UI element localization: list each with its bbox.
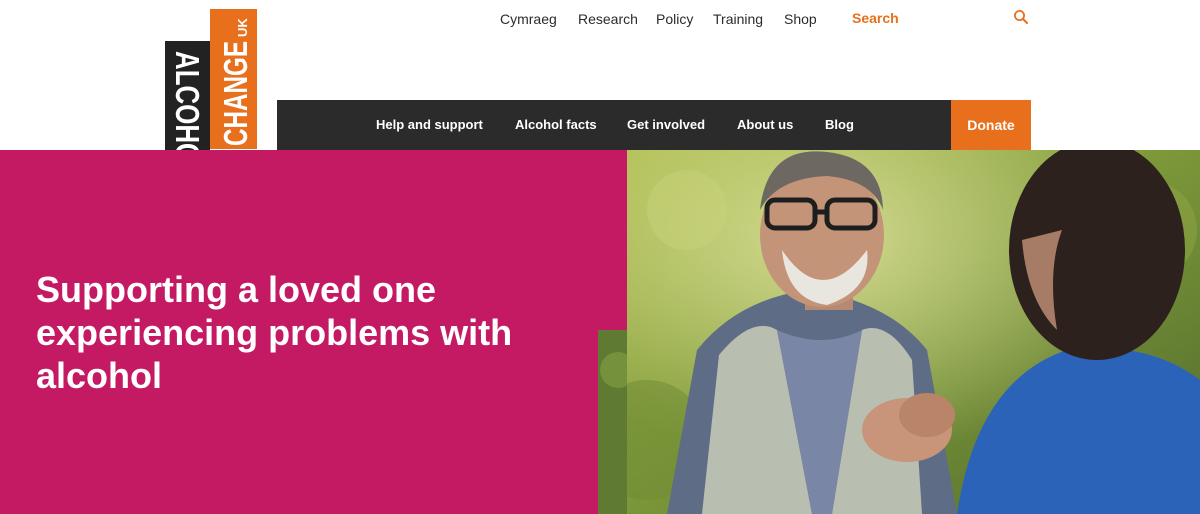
nav-alcohol-facts[interactable]: Alcohol facts [515, 117, 597, 132]
nav-get-involved[interactable]: Get involved [627, 117, 705, 132]
util-link-cymraeg[interactable]: Cymraeg [500, 11, 557, 27]
util-link-policy[interactable]: Policy [656, 11, 693, 27]
util-link-training[interactable]: Training [713, 11, 763, 27]
nav-help-and-support[interactable]: Help and support [376, 117, 483, 132]
hero-photo [627, 150, 1200, 514]
nav-about-us[interactable]: About us [737, 117, 793, 132]
search-icon[interactable] [1013, 9, 1029, 25]
page-title: Supporting a loved one experiencing prob… [36, 269, 513, 396]
logo-suffix-uk: UK [235, 18, 250, 37]
hero-photo-edge [598, 330, 627, 514]
logo-word-change: CHANGE [217, 41, 254, 146]
util-link-research[interactable]: Research [578, 11, 638, 27]
nav-blog[interactable]: Blog [825, 117, 854, 132]
search-input[interactable]: Search [852, 10, 899, 26]
util-link-shop[interactable]: Shop [784, 11, 817, 27]
main-nav: Help and support Alcohol facts Get invol… [277, 100, 1031, 150]
donate-button[interactable]: Donate [951, 100, 1031, 150]
